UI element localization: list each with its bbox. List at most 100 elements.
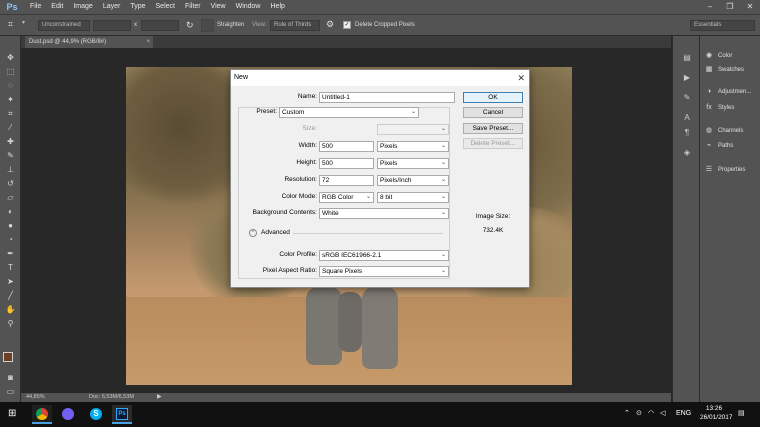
width-input[interactable] [93, 20, 131, 31]
foreground-color-swatch[interactable] [3, 352, 13, 362]
tray-app-icon[interactable]: ⊙ [636, 408, 642, 420]
preset-select[interactable]: Custom ⌄ [279, 107, 419, 118]
photoshop-taskbar-icon[interactable]: Ps [112, 405, 132, 424]
menu-type[interactable]: Type [125, 0, 150, 14]
eyedropper-tool-icon[interactable]: ⁄ [4, 122, 17, 134]
name-input[interactable]: Untitled-1 [319, 92, 455, 103]
advanced-toggle-icon[interactable]: ⌃ [249, 229, 257, 237]
menu-image[interactable]: Image [68, 0, 97, 14]
healing-brush-tool-icon[interactable]: ✚ [4, 136, 17, 148]
menu-edit[interactable]: Edit [46, 0, 68, 14]
path-selection-tool-icon[interactable]: ➤ [4, 276, 17, 288]
clock[interactable]: 13:26 26/01/2017 [700, 404, 733, 422]
panel-properties[interactable]: ☰ Properties [704, 164, 746, 176]
brush-tool-icon[interactable]: ✎ [4, 150, 17, 162]
menu-file[interactable]: File [25, 0, 46, 14]
menu-window[interactable]: Window [231, 0, 266, 14]
status-arrow-icon[interactable]: ▶ [157, 393, 162, 402]
paragraph-panel-icon[interactable]: ¶ [681, 127, 693, 139]
skype-taskbar-icon[interactable]: S [86, 405, 106, 424]
color-mode-select[interactable]: RGB Color ⌄ [319, 192, 374, 203]
type-tool-icon[interactable]: T [4, 262, 17, 274]
menu-filter[interactable]: Filter [180, 0, 206, 14]
gradient-tool-icon[interactable]: ◐ [4, 206, 17, 218]
dialog-close-icon[interactable]: ✕ [517, 72, 525, 84]
zoom-tool-icon[interactable]: ⚲ [4, 318, 17, 330]
windows-start-icon[interactable]: ⊞ [8, 408, 20, 420]
chevron-down-icon[interactable]: ▾ [22, 19, 25, 26]
menu-view[interactable]: View [206, 0, 231, 14]
screen-mode-icon[interactable]: ▭ [4, 386, 17, 398]
panel-adjustments[interactable]: ◑ Adjustmen... [704, 86, 751, 98]
image-size-value: 732.4K [482, 227, 504, 234]
marquee-tool-icon[interactable]: ⬚ [4, 66, 17, 78]
straighten-icon[interactable] [201, 19, 214, 32]
dodge-tool-icon[interactable]: ◔ [4, 234, 17, 246]
menu-layer[interactable]: Layer [98, 0, 126, 14]
chrome-taskbar-icon[interactable] [32, 405, 52, 424]
hand-tool-icon[interactable]: ✋ [4, 304, 17, 316]
zoom-level[interactable]: 44,85% [26, 393, 45, 402]
close-icon[interactable]: ✕ [740, 0, 760, 14]
document-tab[interactable]: Dust.psd @ 44,9% (RGB/8#) × [25, 36, 153, 48]
history-brush-tool-icon[interactable]: ↺ [4, 178, 17, 190]
width-input[interactable]: 500 [319, 141, 374, 152]
background-contents-select[interactable]: White ⌄ [319, 208, 449, 219]
character-panel-icon[interactable]: A [681, 112, 693, 124]
notifications-icon[interactable]: ▤ [738, 408, 745, 420]
gear-icon[interactable]: ⚙ [326, 19, 334, 30]
line-tool-icon[interactable]: ╱ [4, 290, 17, 302]
panel-swatches[interactable]: ▦ Swatches [704, 64, 744, 76]
close-tab-icon[interactable]: × [146, 36, 150, 48]
move-tool-icon[interactable]: ✥ [4, 52, 17, 64]
language-indicator[interactable]: ENG [676, 408, 691, 420]
clone-stamp-tool-icon[interactable]: ⊥ [4, 164, 17, 176]
network-icon[interactable]: ◠ [648, 408, 654, 420]
swap-icon[interactable]: ↻ [186, 20, 194, 31]
straighten-label[interactable]: Straighten [217, 21, 244, 30]
height-unit-select[interactable]: Pixels ⌄ [377, 158, 449, 169]
brush-panel-icon[interactable]: ✎ [681, 92, 693, 104]
height-input[interactable]: 500 [319, 158, 374, 169]
workspace-select[interactable]: Essentials [690, 20, 755, 31]
volume-icon[interactable]: ◁ [660, 408, 665, 420]
advanced-label[interactable]: Advanced [261, 228, 290, 238]
lasso-tool-icon[interactable]: ◌ [4, 80, 17, 92]
resolution-input[interactable]: 72 [319, 175, 374, 186]
eraser-tool-icon[interactable]: ▱ [4, 192, 17, 204]
maximize-icon[interactable]: ❐ [720, 0, 740, 14]
delete-cropped-label[interactable]: Delete Cropped Pixels [355, 21, 415, 30]
panel-color[interactable]: ◉ Color [704, 50, 732, 62]
crop-tool-icon[interactable]: ⌗ [4, 108, 17, 120]
minimize-icon[interactable]: – [700, 0, 720, 14]
menu-select[interactable]: Select [151, 0, 180, 14]
save-preset-button[interactable]: Save Preset... [463, 123, 523, 134]
height-input[interactable] [141, 20, 179, 31]
cancel-button[interactable]: Cancel [463, 107, 523, 118]
panel-paths[interactable]: ⌁ Paths [704, 140, 733, 152]
status-bar: 44,85% Doc: 6,53M/6,53M ▶ [21, 393, 671, 402]
layers-panel-icon[interactable]: ◈ [681, 147, 693, 159]
panel-styles[interactable]: fx Styles [704, 102, 734, 114]
tray-chevron-icon[interactable]: ⌃ [624, 408, 630, 420]
viber-taskbar-icon[interactable] [58, 405, 78, 424]
crop-tool-icon[interactable]: ⌗ [8, 19, 13, 30]
pixel-aspect-ratio-select[interactable]: Square Pixels ⌄ [319, 266, 449, 277]
resolution-unit-select[interactable]: Pixels/Inch ⌄ [377, 175, 449, 186]
blur-tool-icon[interactable]: ● [4, 220, 17, 232]
pen-tool-icon[interactable]: ✒ [4, 248, 17, 260]
overlay-select[interactable]: Rule of Thirds [270, 20, 320, 31]
color-profile-select[interactable]: sRGB IEC61966-2.1 ⌄ [319, 250, 449, 261]
magic-wand-tool-icon[interactable]: ✦ [4, 94, 17, 106]
bit-depth-select[interactable]: 8 bit ⌄ [377, 192, 449, 203]
quick-mask-icon[interactable]: ◙ [4, 372, 17, 384]
actions-panel-icon[interactable]: ▶ [681, 72, 693, 84]
width-unit-select[interactable]: Pixels ⌄ [377, 141, 449, 152]
ratio-select[interactable]: Unconstrained [38, 20, 90, 31]
delete-cropped-checkbox[interactable]: ✓ [343, 21, 351, 29]
menu-help[interactable]: Help [266, 0, 290, 14]
dialog-titlebar[interactable]: New ✕ [231, 70, 529, 86]
ok-button[interactable]: OK [463, 92, 523, 103]
panel-channels[interactable]: ◍ Channels [704, 125, 743, 137]
history-panel-icon[interactable]: ▤ [681, 52, 693, 64]
